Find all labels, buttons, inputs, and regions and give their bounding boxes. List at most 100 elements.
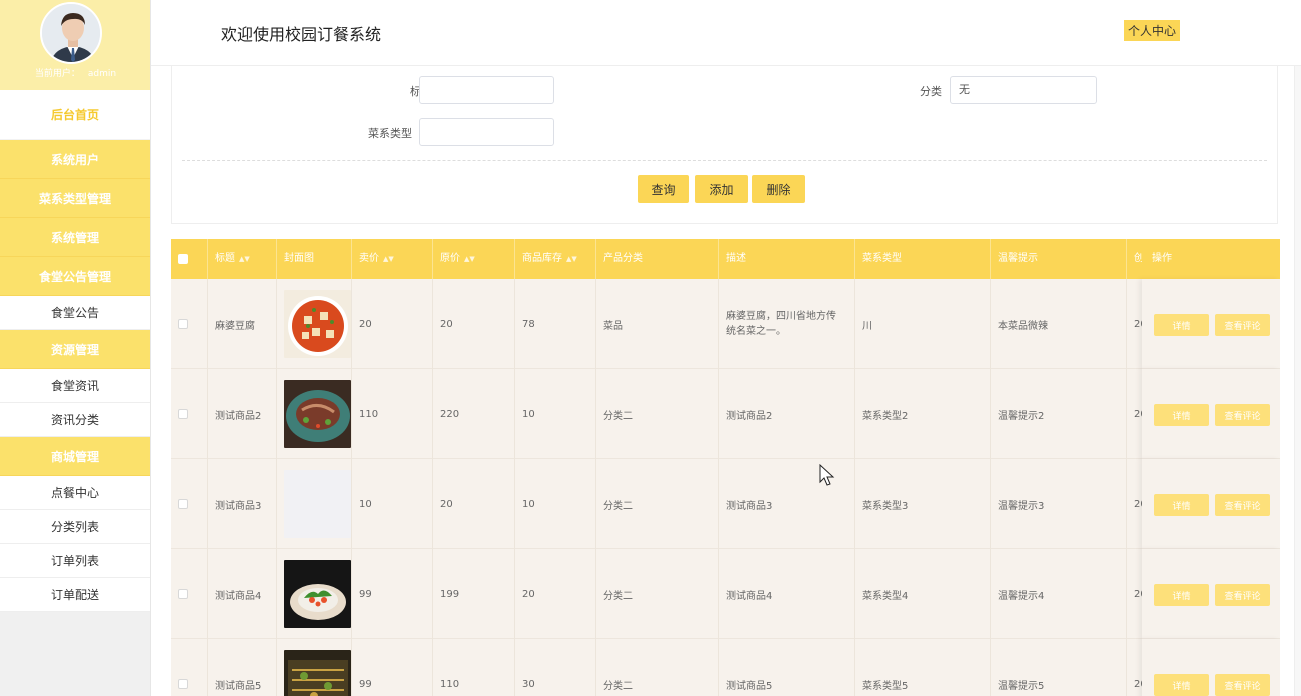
view-comments-button[interactable]: 查看评论 <box>1215 674 1270 696</box>
operation-cell: 详情 查看评论 <box>1142 549 1280 639</box>
avatar[interactable] <box>40 2 102 64</box>
sidebar-item-notice[interactable]: 食堂公告 <box>0 296 150 330</box>
sort-icon[interactable]: ▲▼ <box>383 255 394 263</box>
row-checkbox[interactable] <box>178 319 188 329</box>
sidebar-group-notice[interactable]: 食堂公告管理 <box>0 257 150 296</box>
cell-original: 20 <box>433 459 515 549</box>
operation-column: 操作 详情 查看评论 详情 查看评论 详情 查看评论 详情 查看评论 详情 查看… <box>1142 239 1280 696</box>
cell-category: 分类二 <box>596 549 719 639</box>
view-comments-button[interactable]: 查看评论 <box>1215 494 1270 516</box>
form-divider <box>182 160 1267 161</box>
sidebar-item-news-category[interactable]: 资讯分类 <box>0 403 150 437</box>
cell-original: 110 <box>433 639 515 696</box>
cell-tip: 本菜品微辣 <box>991 279 1127 369</box>
detail-button[interactable]: 详情 <box>1154 494 1209 516</box>
cell-price: 10 <box>352 459 433 549</box>
detail-button[interactable]: 详情 <box>1154 404 1209 426</box>
page-scrollbar[interactable] <box>1294 66 1301 696</box>
sidebar-group-users[interactable]: 系统用户 <box>0 140 150 179</box>
cell-title: 麻婆豆腐 <box>208 279 277 369</box>
title-input[interactable] <box>419 76 554 104</box>
cell-stock: 10 <box>515 369 596 459</box>
view-comments-button[interactable]: 查看评论 <box>1215 404 1270 426</box>
header-price-label: 卖价 <box>359 253 379 264</box>
sidebar-item-order-list[interactable]: 订单列表 <box>0 544 150 578</box>
cell-desc: 测试商品4 <box>719 549 855 639</box>
cell-tip: 温馨提示5 <box>991 639 1127 696</box>
cell-title: 测试商品4 <box>208 549 277 639</box>
cell-cover <box>277 549 352 639</box>
cell-cover <box>277 279 352 369</box>
header-original-label: 原价 <box>440 253 460 264</box>
row-checkbox[interactable] <box>178 589 188 599</box>
sidebar-item-news[interactable]: 食堂资讯 <box>0 369 150 403</box>
sidebar-group-cuisine[interactable]: 菜系类型管理 <box>0 179 150 218</box>
header-title[interactable]: 标题 ▲▼ <box>208 239 277 279</box>
cell-original: 20 <box>433 279 515 369</box>
table-header: 标题 ▲▼ 封面图 卖价 ▲▼ 原价 ▲▼ 商品库存 ▲▼ 产品分类 描述 菜系类型 温… <box>171 239 1280 279</box>
cell-category: 菜品 <box>596 279 719 369</box>
table-row: 麻婆豆腐 20 20 78 菜品 麻婆豆腐，四川省地方传统名菜之一。 川 本菜品… <box>171 279 1280 369</box>
add-button[interactable]: 添加 <box>695 175 748 203</box>
row-checkbox[interactable] <box>178 409 188 419</box>
sidebar-group-shop[interactable]: 商城管理 <box>0 437 150 476</box>
operation-cell: 详情 查看评论 <box>1142 369 1280 459</box>
header-stock[interactable]: 商品库存 ▲▼ <box>515 239 596 279</box>
cell-cuisine: 菜系类型4 <box>855 549 991 639</box>
select-all-checkbox[interactable] <box>178 254 188 264</box>
cuisine-input[interactable] <box>419 118 554 146</box>
table-row: 测试商品4 99 199 20 分类二 测试商品4 菜系类型4 温馨提示4 20 <box>171 549 1280 639</box>
sidebar-item-home[interactable]: 后台首页 <box>0 90 150 140</box>
placeholder-image <box>284 470 351 538</box>
cell-cover <box>277 369 352 459</box>
cell-title: 测试商品5 <box>208 639 277 696</box>
sidebar-item-delivery[interactable]: 订单配送 <box>0 578 150 612</box>
product-table: 标题 ▲▼ 封面图 卖价 ▲▼ 原价 ▲▼ 商品库存 ▲▼ 产品分类 描述 菜系类型 温… <box>171 239 1280 696</box>
operation-cell: 详情 查看评论 <box>1142 639 1280 696</box>
header-category: 产品分类 <box>596 239 719 279</box>
header-title-label: 标题 <box>215 253 235 264</box>
cell-stock: 30 <box>515 639 596 696</box>
main-content: 标题 分类 无 菜系类型 查询 添加 删除 标题 ▲▼ 封面图 卖价 ▲▼ 原价 ▲▼… <box>151 66 1294 696</box>
detail-button[interactable]: 详情 <box>1154 314 1209 336</box>
row-select-cell <box>171 459 208 549</box>
veggie-bowl-image <box>284 560 351 628</box>
sidebar-group-system[interactable]: 系统管理 <box>0 218 150 257</box>
sort-icon[interactable]: ▲▼ <box>566 255 577 263</box>
query-button[interactable]: 查询 <box>638 175 689 203</box>
sidebar-item-order-center[interactable]: 点餐中心 <box>0 476 150 510</box>
grill-image <box>284 650 351 696</box>
mapo-tofu-image <box>284 290 351 358</box>
view-comments-button[interactable]: 查看评论 <box>1215 314 1270 336</box>
cell-original: 220 <box>433 369 515 459</box>
sort-icon[interactable]: ▲▼ <box>464 255 475 263</box>
cell-category: 分类二 <box>596 639 719 696</box>
row-checkbox[interactable] <box>178 499 188 509</box>
header-desc: 描述 <box>719 239 855 279</box>
sort-icon[interactable]: ▲▼ <box>239 255 250 263</box>
cell-category: 分类二 <box>596 369 719 459</box>
cell-original: 199 <box>433 549 515 639</box>
detail-button[interactable]: 详情 <box>1154 674 1209 696</box>
cell-cuisine: 菜系类型5 <box>855 639 991 696</box>
cell-desc: 麻婆豆腐，四川省地方传统名菜之一。 <box>719 279 855 369</box>
cell-tip: 温馨提示2 <box>991 369 1127 459</box>
beef-salad-image <box>284 380 351 448</box>
header-cover: 封面图 <box>277 239 352 279</box>
category-select[interactable]: 无 <box>950 76 1097 104</box>
delete-button[interactable]: 删除 <box>752 175 805 203</box>
view-comments-button[interactable]: 查看评论 <box>1215 584 1270 606</box>
cell-stock: 10 <box>515 459 596 549</box>
detail-button[interactable]: 详情 <box>1154 584 1209 606</box>
row-checkbox[interactable] <box>178 679 188 689</box>
row-select-cell <box>171 369 208 459</box>
cell-category: 分类二 <box>596 459 719 549</box>
sidebar-group-resources[interactable]: 资源管理 <box>0 330 150 369</box>
sidebar-item-category-list[interactable]: 分类列表 <box>0 510 150 544</box>
header-original[interactable]: 原价 ▲▼ <box>433 239 515 279</box>
sidebar: 当前用户： admin 后台首页 系统用户 菜系类型管理 系统管理 食堂公告管理 … <box>0 0 151 696</box>
current-user: 当前用户： admin <box>0 66 151 79</box>
operation-cell: 详情 查看评论 <box>1142 459 1280 549</box>
header-price[interactable]: 卖价 ▲▼ <box>352 239 433 279</box>
personal-center-button[interactable]: 个人中心 <box>1123 20 1180 41</box>
